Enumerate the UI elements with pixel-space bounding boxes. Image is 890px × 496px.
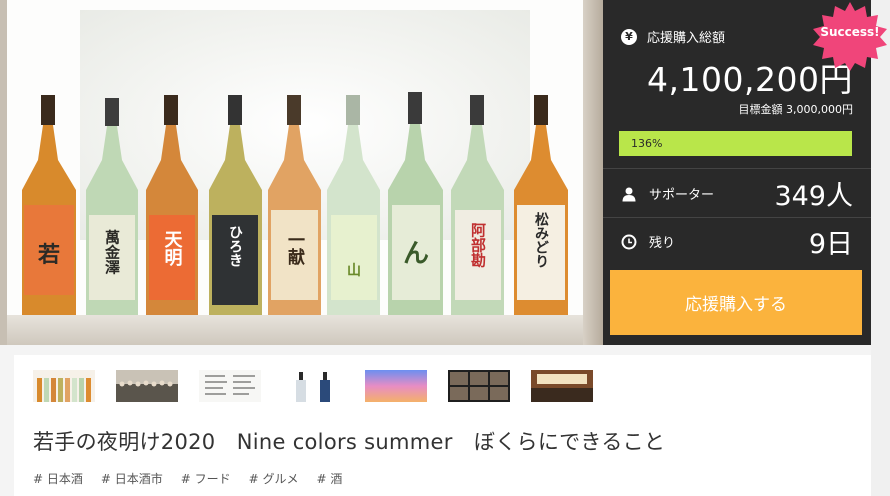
bottle-7 — [388, 92, 443, 315]
tag-alcohol[interactable]: # 酒 — [317, 470, 343, 487]
total-label: 応援購入総額 — [647, 31, 726, 46]
supporters-row: サポーター 349人 — [621, 174, 853, 213]
thumbnail-sunset-sky[interactable] — [365, 370, 427, 402]
supporters-label: サポーター — [649, 188, 715, 203]
thumbnail-handwritten-note[interactable] — [199, 370, 261, 402]
project-info-card: 若手の夜明け2020 Nine colors summer ぼくらにできること … — [14, 355, 871, 496]
remaining-label: 残り — [649, 236, 676, 251]
bottle-9 — [514, 95, 568, 315]
bottle-label-8: 阿部勘 — [469, 223, 487, 269]
success-badge: Success! — [820, 25, 880, 39]
total-row: ¥ 応援購入総額 — [621, 27, 725, 46]
thumbnail-two-bottles[interactable] — [282, 370, 344, 402]
yen-icon: ¥ — [621, 28, 637, 45]
clock-icon — [621, 234, 637, 249]
thumbnail-event-hall[interactable] — [531, 370, 593, 402]
tag-gourmet[interactable]: # グルメ — [249, 470, 299, 487]
thumbnail-strip — [33, 370, 593, 402]
thumbnail-video-call[interactable] — [448, 370, 510, 402]
bottle-label-4: ひろき — [227, 225, 243, 267]
person-icon — [622, 187, 636, 201]
remaining-value: 9日 — [808, 229, 853, 260]
bottle-1 — [22, 95, 76, 315]
tag-sake-market[interactable]: # 日本酒市 — [101, 470, 163, 487]
tag-sake[interactable]: # 日本酒 — [33, 470, 83, 487]
progress-bar: 136% — [619, 131, 852, 156]
bottle-label-2: 萬金澤 — [103, 229, 121, 276]
bottle-4 — [209, 95, 262, 315]
support-purchase-button[interactable]: 応援購入する — [610, 270, 862, 335]
thumbnail-group-photo[interactable] — [116, 370, 178, 402]
divider — [603, 168, 871, 169]
divider — [603, 217, 871, 218]
project-hero-image: 若 萬金澤 天明 ひろき 一献 山 ん 阿部勘 松みどり — [0, 0, 603, 345]
project-title: 若手の夜明け2020 Nine colors summer ぼくらにできること — [33, 430, 666, 454]
remaining-row: 残り 9日 — [621, 222, 853, 261]
bottle-6 — [327, 95, 380, 315]
target-amount: 目標金額 3,000,000円 — [738, 103, 853, 116]
bottle-label-3: 天明 — [162, 230, 183, 267]
tag-list: # 日本酒 # 日本酒市 # フード # グルメ # 酒 — [33, 470, 342, 487]
bottle-label-1: 若 — [38, 242, 60, 268]
tag-food[interactable]: # フード — [181, 470, 231, 487]
bottle-8 — [451, 95, 504, 315]
sake-bottles-illustration: 若 萬金澤 天明 ひろき 一献 山 ん 阿部勘 松みどり — [22, 92, 568, 315]
page-margin — [871, 0, 890, 496]
bottle-5 — [268, 95, 321, 315]
bottle-label-5: 一献 — [284, 231, 305, 266]
bottle-label-9: 松みどり — [533, 211, 549, 268]
supporters-value: 349人 — [774, 181, 853, 212]
bottle-2 — [86, 98, 138, 315]
bottle-label-6: 山 — [347, 263, 361, 279]
bottle-label-7: ん — [403, 239, 429, 269]
progress-percent: 136% — [631, 137, 663, 150]
bottle-3 — [146, 95, 198, 315]
thumbnail-bottles[interactable] — [33, 370, 95, 402]
